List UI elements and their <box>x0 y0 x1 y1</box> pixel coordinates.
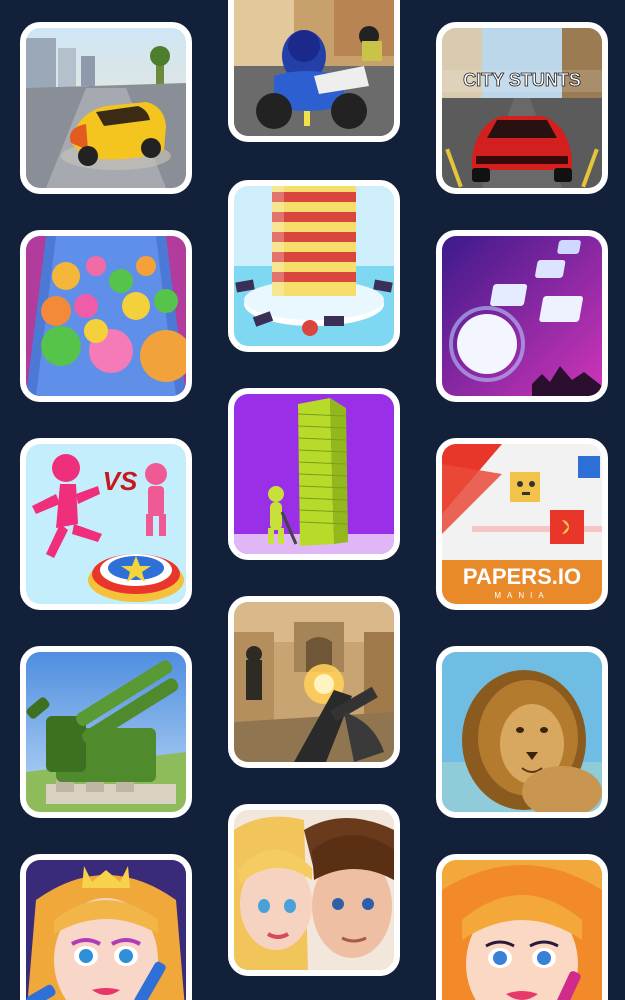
tile-tall-tower[interactable] <box>228 388 400 560</box>
game-grid: CITY STUNTS VS PAPERS.IO MANIA <box>0 0 625 1000</box>
city-stunts-title: CITY STUNTS <box>463 70 581 90</box>
tile-fps-shooter[interactable] <box>228 596 400 768</box>
motorcycle-icon <box>234 0 394 136</box>
tile-piano-tiles[interactable] <box>436 230 608 402</box>
tile-makeup-girl[interactable] <box>436 854 608 1000</box>
green-tower-icon <box>234 394 394 554</box>
tile-stickman-vs[interactable]: VS <box>20 438 192 610</box>
neon-tiles-icon <box>442 236 602 396</box>
tile-moto-race[interactable] <box>228 0 400 142</box>
tile-city-stunts[interactable]: CITY STUNTS <box>436 22 608 194</box>
cannon-icon <box>26 652 186 812</box>
lion-icon <box>442 652 602 812</box>
tile-papers-io[interactable]: PAPERS.IO MANIA <box>436 438 608 610</box>
papers-io-title: PAPERS.IO <box>463 564 581 589</box>
papers-io-subtitle: MANIA <box>494 591 549 600</box>
stickman-icon: VS <box>26 444 186 604</box>
tile-helix-tower[interactable] <box>228 180 400 352</box>
couple-icon <box>234 810 394 970</box>
rifle-icon <box>234 602 394 762</box>
vs-label: VS <box>103 466 138 496</box>
tile-couple-dressup[interactable] <box>228 804 400 976</box>
sports-car-icon <box>26 28 186 188</box>
paper-cube-icon: PAPERS.IO MANIA <box>442 444 602 604</box>
tile-car-drift[interactable] <box>20 22 192 194</box>
tile-color-balls[interactable] <box>20 230 192 402</box>
red-supercar-icon: CITY STUNTS <box>442 28 602 188</box>
tile-princess-makeup[interactable] <box>20 854 192 1000</box>
tile-lion-sim[interactable] <box>436 646 608 818</box>
tile-army-cannon[interactable] <box>20 646 192 818</box>
princess-icon <box>26 860 186 1000</box>
striped-tower-icon <box>234 186 394 346</box>
girl-face-icon <box>442 860 602 1000</box>
balls-icon <box>26 236 186 396</box>
